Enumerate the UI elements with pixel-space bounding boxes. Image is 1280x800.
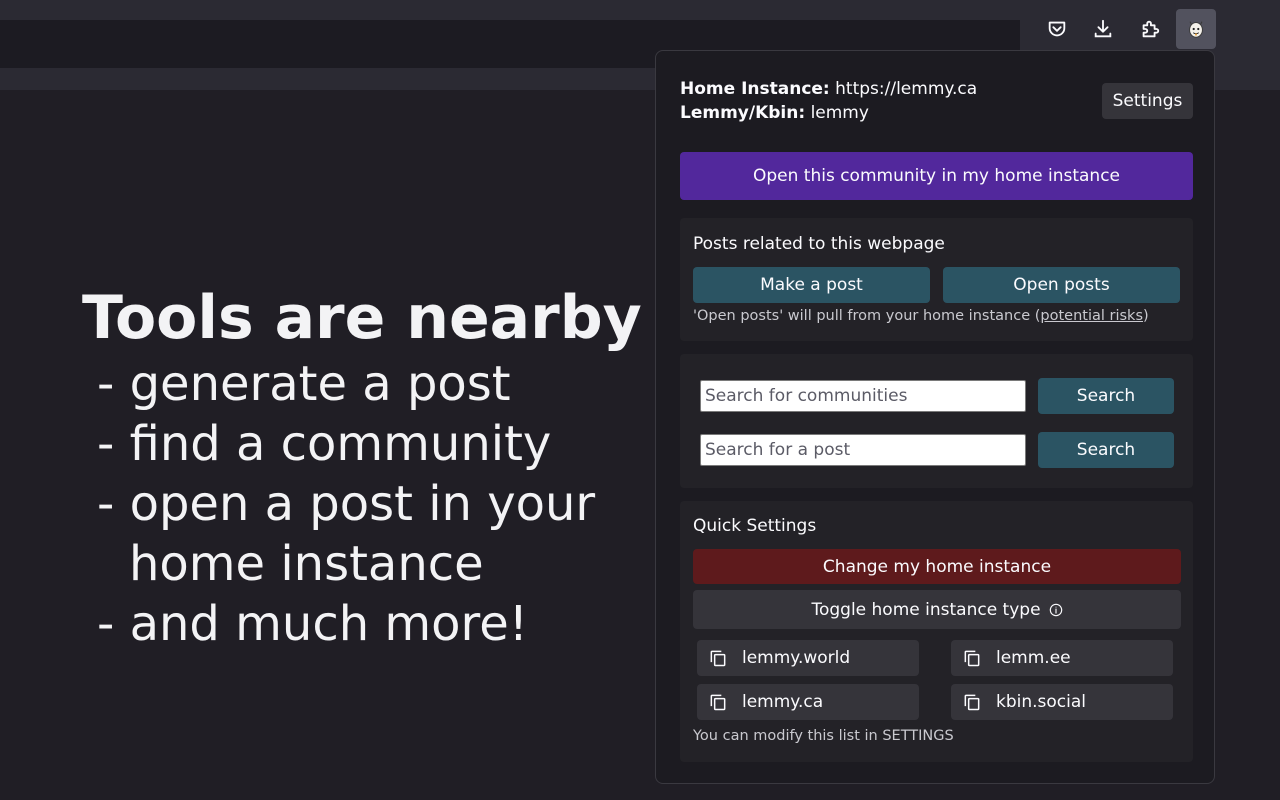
settings-button[interactable]: Settings [1102, 83, 1193, 119]
instance-type-label: Lemmy/Kbin: [680, 103, 806, 123]
quick-settings-title: Quick Settings [693, 516, 817, 536]
extension-popup: Home Instance: https://lemmy.ca Lemmy/Kb… [655, 50, 1215, 784]
promo-text: Tools are nearby - generate a post - fin… [82, 282, 642, 654]
copy-icon [964, 650, 980, 667]
download-icon[interactable] [1083, 9, 1123, 49]
home-instance-info: Home Instance: https://lemmy.ca Lemmy/Kb… [680, 77, 977, 125]
toggle-instance-type-button[interactable]: Toggle home instance type [693, 590, 1181, 629]
instance-chip-label: lemmy.world [742, 648, 851, 668]
pocket-icon[interactable] [1037, 9, 1077, 49]
copy-icon [964, 694, 980, 711]
note-suffix: ) [1143, 308, 1149, 324]
home-instance-label: Home Instance: [680, 79, 830, 99]
open-posts-note: 'Open posts' will pull from your home in… [693, 308, 1149, 324]
search-communities-input[interactable] [700, 380, 1026, 412]
instance-chip-label: lemm.ee [996, 648, 1071, 668]
promo-item: - open a post in your [97, 476, 596, 532]
posts-section-title: Posts related to this webpage [693, 234, 945, 254]
instance-chip-lemmy-world[interactable]: lemmy.world [697, 640, 919, 676]
copy-icon [710, 694, 726, 711]
change-home-instance-button[interactable]: Change my home instance [693, 549, 1181, 584]
potential-risks-link[interactable]: potential risks [1040, 308, 1143, 324]
copy-icon [710, 650, 726, 667]
promo-item: - find a community [97, 416, 552, 472]
promo-item: home instance [129, 536, 484, 592]
note-prefix: 'Open posts' will pull from your home in… [693, 308, 1041, 324]
make-post-button[interactable]: Make a post [693, 267, 930, 303]
open-posts-button[interactable]: Open posts [943, 267, 1180, 303]
open-community-button[interactable]: Open this community in my home instance [680, 152, 1193, 200]
search-posts-input[interactable] [700, 434, 1026, 466]
instance-chip-label: lemmy.ca [742, 692, 824, 712]
search-communities-button[interactable]: Search [1038, 378, 1174, 414]
instance-chip-lemmy-ca[interactable]: lemmy.ca [697, 684, 919, 720]
search-posts-button[interactable]: Search [1038, 432, 1174, 468]
modify-list-note: You can modify this list in SETTINGS [693, 728, 954, 744]
toggle-instance-type-label: Toggle home instance type [811, 599, 1041, 620]
promo-item: - generate a post [97, 356, 511, 412]
instance-chip-kbin-social[interactable]: kbin.social [951, 684, 1173, 720]
home-instance-value: https://lemmy.ca [835, 79, 978, 99]
promo-title: Tools are nearby [82, 283, 642, 353]
quick-settings-section: Quick Settings Change my home instance T… [680, 501, 1193, 762]
instance-type-value: lemmy [810, 103, 869, 123]
promo-list: - generate a post - find a community - o… [82, 354, 642, 654]
extensions-icon[interactable] [1130, 9, 1170, 49]
promo-item: - and much more! [97, 596, 528, 652]
posts-section: Posts related to this webpage Make a pos… [680, 218, 1193, 341]
info-icon [1049, 603, 1062, 616]
instance-chip-lemm-ee[interactable]: lemm.ee [951, 640, 1173, 676]
lemmy-extension-icon[interactable] [1176, 9, 1216, 49]
search-section: Search Search [680, 354, 1193, 488]
instance-chip-label: kbin.social [996, 692, 1087, 712]
